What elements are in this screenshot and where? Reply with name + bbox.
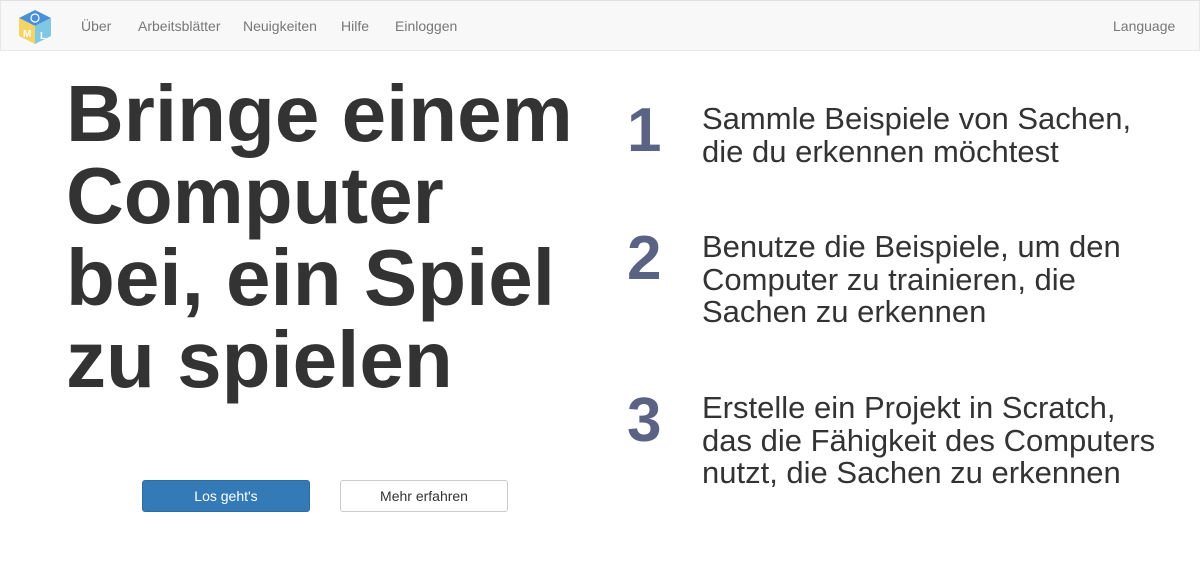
top-navbar: M L Über Arbeitsblätter Neuigkeiten Hilf… — [0, 0, 1200, 51]
hero-headline: Bringe einem Computer bei, ein Spiel zu … — [66, 69, 573, 404]
nav-item-neuigkeiten[interactable]: Neuigkeiten — [243, 18, 317, 34]
language-dropdown[interactable]: Language — [1113, 18, 1175, 34]
step-text-3: Erstelle ein Projekt in Scratch, das die… — [702, 390, 1156, 490]
ml-cube-logo-icon[interactable]: M L — [16, 8, 54, 46]
step-number-1: 1 — [627, 96, 662, 165]
logo-letter-m: M — [23, 29, 31, 40]
nav-item-einloggen[interactable]: Einloggen — [395, 18, 457, 34]
step-number-2: 2 — [627, 224, 662, 293]
nav-item-ueber[interactable]: Über — [81, 18, 111, 34]
step-text-1: Sammle Beispiele von Sachen, die du erke… — [702, 101, 1132, 169]
learn-more-button[interactable]: Mehr erfahren — [340, 480, 508, 512]
step-text-2: Benutze die Beispiele, um den Computer z… — [702, 229, 1121, 329]
logo-letter-l: L — [40, 31, 46, 42]
step-number-3: 3 — [627, 386, 662, 455]
get-started-button[interactable]: Los geht's — [142, 480, 310, 512]
nav-item-arbeitsblaetter[interactable]: Arbeitsblätter — [138, 18, 220, 34]
nav-item-hilfe[interactable]: Hilfe — [341, 18, 369, 34]
